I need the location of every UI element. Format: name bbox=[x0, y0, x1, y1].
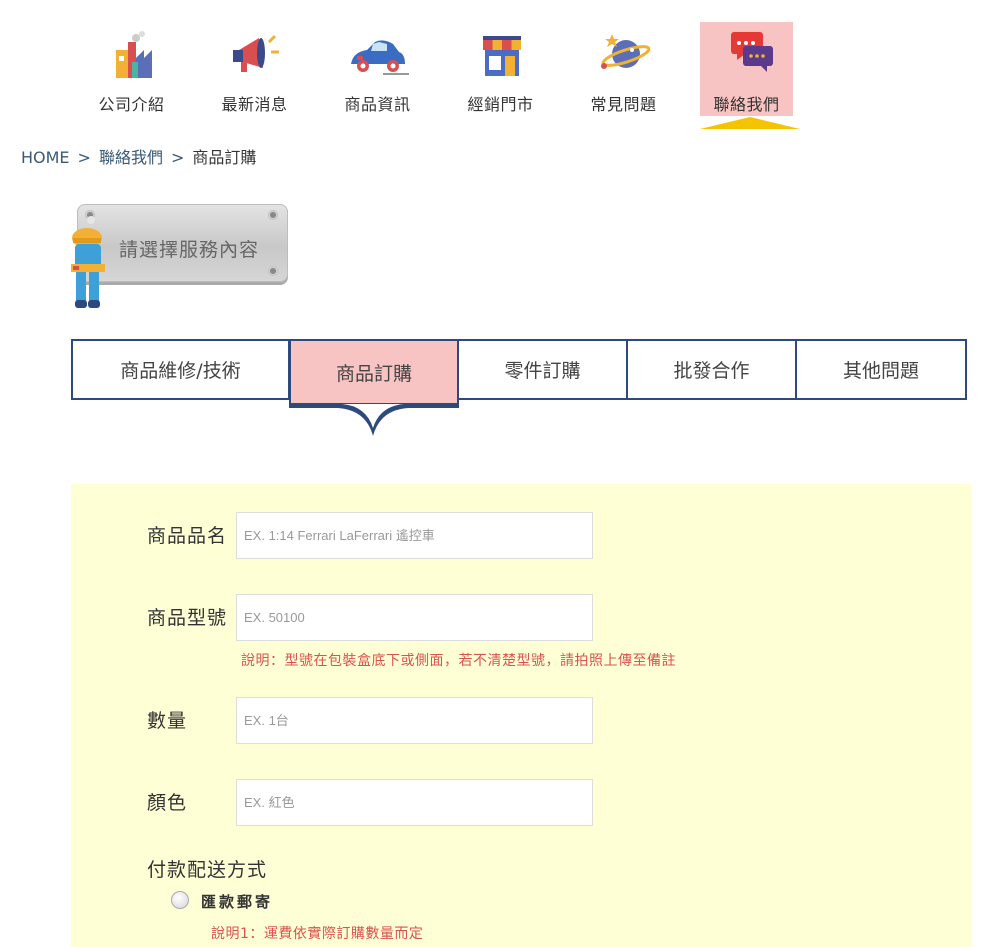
product-name-label: 商品品名 bbox=[147, 525, 228, 547]
product-model-label: 商品型號 bbox=[147, 607, 228, 629]
planet-icon bbox=[577, 28, 670, 84]
nav-label: 公司介紹 bbox=[98, 95, 165, 114]
nav-item-faq[interactable]: 常見問題 bbox=[577, 22, 670, 116]
screw-icon bbox=[268, 210, 278, 220]
megaphone-icon bbox=[208, 28, 301, 84]
screw-icon bbox=[268, 266, 278, 276]
tab-parts-order[interactable]: 零件訂購 bbox=[457, 339, 628, 400]
quantity-label: 數量 bbox=[147, 710, 188, 732]
breadcrumb: HOME > 聯絡我們 > 商品訂購 bbox=[21, 144, 256, 168]
payment-section-title: 付款配送方式 bbox=[147, 859, 268, 881]
product-name-input[interactable] bbox=[236, 512, 593, 559]
nav-label: 經銷門市 bbox=[467, 95, 534, 114]
nav-label: 聯絡我們 bbox=[713, 95, 780, 114]
tab-label: 批發合作 bbox=[673, 360, 750, 382]
product-model-input[interactable] bbox=[236, 594, 593, 641]
breadcrumb-home-link[interactable]: HOME bbox=[21, 148, 70, 167]
color-label: 顏色 bbox=[147, 792, 188, 814]
active-tab-pointer-icon bbox=[338, 404, 408, 436]
car-icon bbox=[331, 28, 424, 84]
store-icon bbox=[454, 28, 547, 84]
nav-label: 最新消息 bbox=[221, 95, 288, 114]
tab-label: 其他問題 bbox=[842, 360, 919, 382]
active-nav-indicator bbox=[700, 117, 800, 129]
service-sign-text: 請選擇服務內容 bbox=[119, 239, 260, 261]
nav-item-company[interactable]: 公司介紹 bbox=[85, 22, 178, 116]
service-tabs: 商品維修/技術 商品訂購 零件訂購 批發合作 其他問題 bbox=[71, 339, 967, 408]
nav-label: 常見問題 bbox=[590, 95, 657, 114]
breadcrumb-current: 商品訂購 bbox=[192, 148, 257, 167]
color-input[interactable] bbox=[236, 779, 593, 826]
tab-other[interactable]: 其他問題 bbox=[795, 339, 967, 400]
factory-icon bbox=[85, 28, 178, 84]
tab-label: 商品訂購 bbox=[335, 362, 412, 385]
breadcrumb-separator: > bbox=[77, 148, 91, 167]
order-form: 商品品名 商品型號 說明：型號在包裝盒底下或側面，若不清楚型號，請拍照上傳至備註… bbox=[71, 484, 971, 947]
nav-item-products[interactable]: 商品資訊 bbox=[331, 22, 424, 116]
nav-item-stores[interactable]: 經銷門市 bbox=[454, 22, 547, 116]
tab-label: 零件訂購 bbox=[504, 360, 581, 382]
quantity-input[interactable] bbox=[236, 697, 593, 744]
nav-label: 商品資訊 bbox=[344, 95, 411, 114]
tab-label: 商品維修/技術 bbox=[120, 360, 241, 382]
tab-product-order[interactable]: 商品訂購 bbox=[289, 339, 459, 408]
payment-option-radio[interactable] bbox=[171, 891, 189, 909]
payment-note: 說明1：運費依實際訂購數量而定 bbox=[211, 926, 424, 942]
nav-item-contact[interactable]: 聯絡我們 bbox=[700, 22, 793, 116]
breadcrumb-contact-link[interactable]: 聯絡我們 bbox=[99, 144, 163, 168]
payment-option-label[interactable]: 匯款郵寄 bbox=[201, 891, 273, 912]
chat-bubbles-icon bbox=[700, 28, 793, 84]
breadcrumb-separator: > bbox=[170, 148, 185, 167]
tab-repair-tech[interactable]: 商品維修/技術 bbox=[71, 339, 290, 400]
model-note: 說明：型號在包裝盒底下或側面，若不清楚型號，請拍照上傳至備註 bbox=[241, 653, 676, 669]
tab-wholesale[interactable]: 批發合作 bbox=[626, 339, 797, 400]
worker-mascot-icon bbox=[67, 208, 111, 316]
nav-item-news[interactable]: 最新消息 bbox=[208, 22, 301, 116]
top-nav: 公司介紹 最新消息 商品資訊 經銷門市 常見問題 聯絡我們 bbox=[0, 0, 999, 135]
